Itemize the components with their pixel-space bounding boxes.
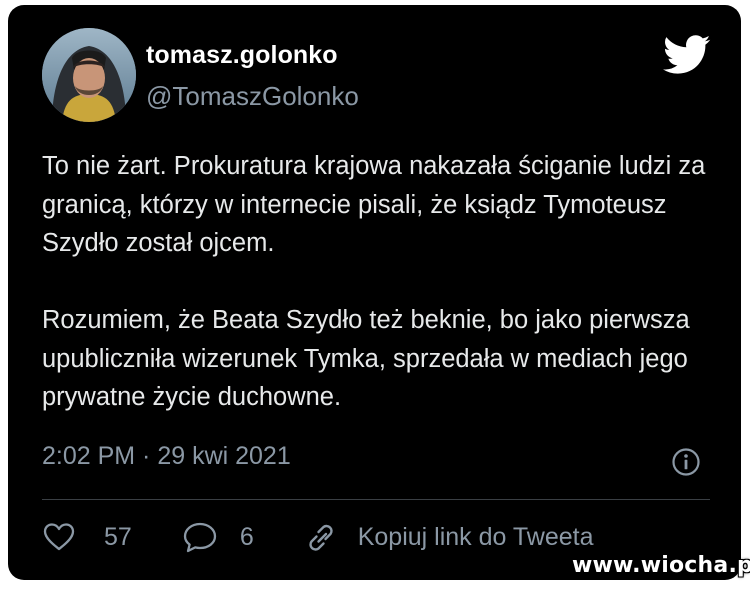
avatar-photo <box>42 28 136 122</box>
watermark: www.wiocha.pl <box>572 553 750 578</box>
tweet-actions: 57 6 Kopiuj link do Tweeta <box>42 517 594 557</box>
tweet-paragraph: To nie żart. Prokuratura krajowa nakazał… <box>42 152 706 257</box>
copy-link-label: Kopiuj link do Tweeta <box>357 522 594 551</box>
heart-icon <box>43 523 75 551</box>
speech-bubble-icon <box>183 522 216 553</box>
reply-count: 6 <box>239 522 254 551</box>
divider <box>42 499 710 500</box>
like-count: 57 <box>104 522 132 551</box>
author-handle[interactable]: @TomaszGolonko <box>146 81 359 112</box>
tweet-paragraph: Rozumiem, że Beata Szydło też beknie, bo… <box>42 306 690 411</box>
reply-button[interactable]: 6 <box>182 521 254 553</box>
copy-link-button[interactable]: Kopiuj link do Tweeta <box>302 520 594 554</box>
author-display-name[interactable]: tomasz.golonko <box>146 41 338 70</box>
tweet-timestamp[interactable]: 2:02 PM · 29 kwi 2021 <box>42 442 291 471</box>
info-icon[interactable] <box>671 447 701 477</box>
twitter-bird-icon[interactable] <box>663 35 711 75</box>
tweet-card: tomasz.golonko @TomaszGolonko To nie żar… <box>8 5 741 580</box>
link-icon <box>309 524 333 551</box>
tweet-text: To nie żart. Prokuratura krajowa nakazał… <box>42 147 722 417</box>
like-button[interactable]: 57 <box>42 522 132 552</box>
avatar[interactable] <box>42 28 136 122</box>
